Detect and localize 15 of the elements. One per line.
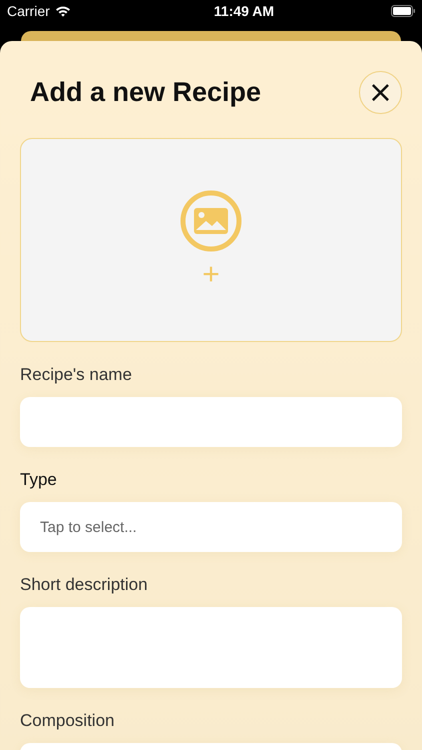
wifi-icon: [54, 5, 71, 17]
sheet-title: Add a new Recipe: [30, 77, 262, 108]
field-label: Short description: [20, 575, 149, 595]
select-field[interactable]: Tap to select...: [20, 502, 402, 552]
battery-icon: [391, 5, 416, 17]
field-label: Composition: [20, 711, 116, 731]
field-label: Recipe's name: [20, 365, 133, 385]
status-time: 11:49 AM: [214, 3, 274, 19]
carrier-label: Carrier: [7, 3, 50, 19]
add-photo-label: +: [202, 260, 220, 290]
input-field[interactable]: [20, 397, 402, 447]
image-icon: [180, 190, 242, 252]
field-label: Type: [20, 470, 58, 490]
input-field[interactable]: [20, 607, 402, 688]
close-button[interactable]: ×: [359, 71, 402, 114]
